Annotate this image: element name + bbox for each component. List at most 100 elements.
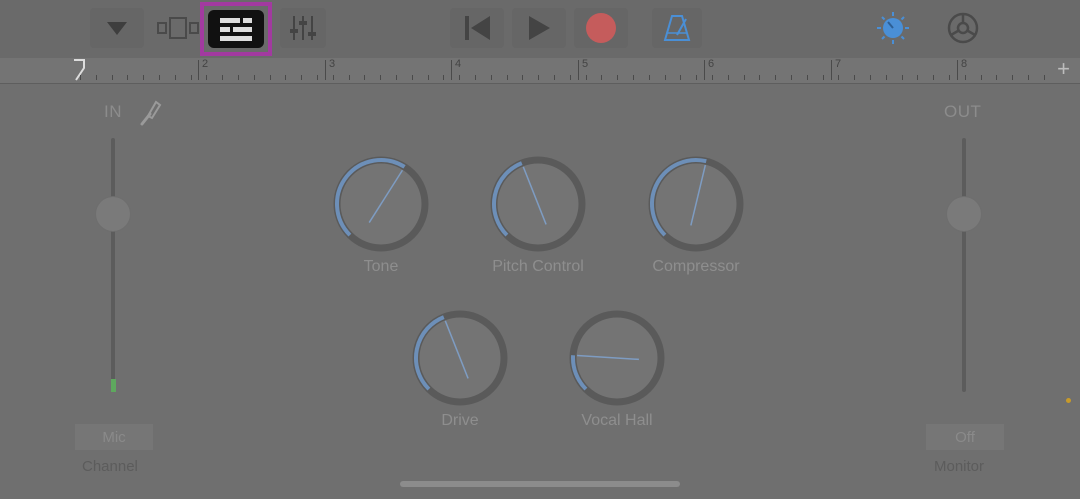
ruler-minor-tick	[317, 75, 318, 80]
pitch-control-knob[interactable]	[486, 152, 590, 256]
tracks-view-icon	[220, 18, 252, 41]
channel-caption: Channel	[82, 458, 138, 475]
ruler-minor-tick	[475, 75, 476, 80]
ruler-minor-tick	[412, 75, 413, 80]
ruler-minor-tick	[175, 75, 176, 80]
ruler-minor-tick	[554, 75, 555, 80]
ruler-minor-tick	[665, 75, 666, 80]
home-indicator[interactable]	[400, 481, 680, 487]
browser-view-icon	[157, 17, 199, 39]
ruler-minor-tick	[349, 75, 350, 80]
ruler-minor-tick	[159, 75, 160, 80]
ruler-bar-number: 3	[329, 58, 336, 70]
ruler-minor-tick	[933, 75, 934, 80]
record-button[interactable]	[574, 8, 628, 48]
ruler-major-tick	[451, 60, 452, 80]
drive-label: Drive	[441, 412, 479, 429]
output-fader-track[interactable]	[962, 138, 966, 392]
track-controls-panel: IN Mic Channel OUT Off Monitor Tone Pitch…	[0, 84, 1080, 499]
tone-label: Tone	[363, 258, 399, 275]
master-effects-icon	[877, 12, 909, 44]
vocal-hall-knob[interactable]	[565, 306, 669, 410]
ruler-major-tick	[831, 60, 832, 80]
ruler-minor-tick	[823, 75, 824, 80]
ruler-minor-tick	[428, 75, 429, 80]
status-dot	[1066, 398, 1071, 403]
metronome-icon	[663, 15, 691, 41]
ruler-minor-tick	[396, 75, 397, 80]
mixer-button[interactable]	[280, 8, 326, 48]
timeline-ruler[interactable]: + 2 3 4 5 6 7 8	[0, 56, 1080, 84]
ruler-minor-tick	[285, 75, 286, 80]
ruler-bar-number: 4	[455, 58, 462, 70]
output-fader-knob[interactable]	[947, 197, 981, 232]
input-label: IN	[104, 102, 122, 121]
ruler-minor-tick	[143, 75, 144, 80]
ruler-minor-tick	[127, 75, 128, 80]
ruler-minor-tick	[744, 75, 745, 80]
ruler-minor-tick	[333, 75, 334, 80]
ruler-minor-tick	[949, 75, 950, 80]
ruler-minor-tick	[270, 75, 271, 80]
ruler-minor-tick	[617, 75, 618, 80]
ruler-minor-tick	[507, 75, 508, 80]
ruler-minor-tick	[191, 75, 192, 80]
ruler-minor-tick	[586, 75, 587, 80]
input-fader-knob[interactable]	[96, 197, 130, 232]
tracks-view-button[interactable]	[208, 10, 264, 48]
view-dropdown-button[interactable]	[90, 8, 144, 48]
control-bar	[0, 0, 1080, 58]
monitor-button[interactable]: Off	[926, 424, 1004, 450]
ruler-minor-tick	[254, 75, 255, 80]
play-button[interactable]	[512, 8, 566, 48]
ruler-bar-number: 7	[835, 58, 842, 70]
ruler-minor-tick	[1012, 75, 1013, 80]
ruler-minor-tick	[364, 75, 365, 80]
ruler-minor-tick	[206, 75, 207, 80]
ruler-major-tick	[957, 60, 958, 80]
ruler-minor-tick	[112, 75, 113, 80]
playhead-icon[interactable]	[72, 58, 86, 82]
vocal-hall-label: Vocal Hall	[581, 412, 653, 429]
tone-knob[interactable]	[329, 152, 433, 256]
ruler-major-tick	[198, 60, 199, 80]
ruler-bar-number: 6	[708, 58, 715, 70]
input-fader-track[interactable]	[111, 138, 115, 392]
ruler-minor-tick	[633, 75, 634, 80]
ruler-minor-tick	[1028, 75, 1029, 80]
record-icon	[586, 13, 616, 43]
ruler-minor-tick	[491, 75, 492, 80]
settings-gear-icon	[947, 12, 979, 44]
add-section-button[interactable]: +	[1057, 56, 1070, 82]
ruler-minor-tick	[301, 75, 302, 80]
dropdown-triangle-icon	[107, 22, 127, 35]
pitch-control-label: Pitch Control	[492, 258, 584, 275]
ruler-minor-tick	[775, 75, 776, 80]
settings-button[interactable]	[942, 8, 984, 48]
drive-knob[interactable]	[408, 306, 512, 410]
ruler-major-tick	[325, 60, 326, 80]
rewind-button[interactable]	[450, 8, 504, 48]
input-jack-icon[interactable]	[136, 96, 162, 128]
play-icon	[529, 16, 550, 40]
ruler-minor-tick	[886, 75, 887, 80]
compressor-label: Compressor	[652, 258, 740, 275]
ruler-minor-tick	[996, 75, 997, 80]
ruler-major-tick	[704, 60, 705, 80]
browser-view-button[interactable]	[154, 8, 202, 48]
input-level-meter	[111, 379, 116, 392]
ruler-minor-tick	[965, 75, 966, 80]
ruler-minor-tick	[238, 75, 239, 80]
ruler-minor-tick	[981, 75, 982, 80]
ruler-minor-tick	[807, 75, 808, 80]
ruler-minor-tick	[459, 75, 460, 80]
master-effects-button[interactable]	[872, 8, 914, 48]
rewind-icon	[465, 16, 490, 40]
compressor-knob[interactable]	[644, 152, 748, 256]
ruler-minor-tick	[917, 75, 918, 80]
ruler-minor-tick	[1044, 75, 1045, 80]
metronome-button[interactable]	[652, 8, 702, 48]
ruler-minor-tick	[538, 75, 539, 80]
mixer-icon	[290, 16, 316, 40]
input-source-button[interactable]: Mic	[75, 424, 153, 450]
